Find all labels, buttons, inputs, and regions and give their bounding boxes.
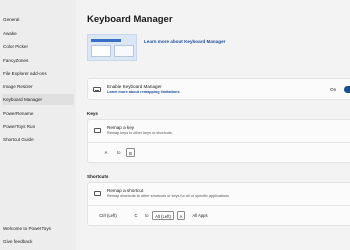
shortcut-to-word: to [145,213,149,218]
keyboard-icon [93,87,101,92]
key-from-chip: A [104,150,108,155]
shortcut-from-chip-2: C [134,213,138,218]
shortcut-to-chip-1: Alt (Left) [152,211,174,220]
remapping-limitations-link[interactable]: Learn more about remapping limitations [107,90,180,94]
hero-image-panel-left [91,45,111,57]
main-content: Keyboard Manager Learn more about Keyboa… [76,0,350,250]
sidebar-item-keyboard-manager[interactable]: Keyboard Manager [2,94,74,105]
sidebar-item-powerrename[interactable]: PowerRename [2,108,74,119]
sidebar-item-image-resizer[interactable]: Image Resizer [2,81,74,92]
remap-key-subtitle: Remap keys to other keys or shortcuts [107,131,172,135]
key-to-word: to [117,150,121,155]
toggle-state-label: On [330,87,337,92]
sidebar-item-welcome[interactable]: Welcome to PowerToys [2,223,74,234]
remap-shortcut-card[interactable]: Remap a shortcut Remap shortcuts to othe… [87,182,350,226]
sidebar-item-file-explorer-addons[interactable]: File Explorer add-ons [2,68,74,79]
shortcut-to-chip-2: A [177,211,185,220]
remap-key-title: Remap a key [107,125,135,130]
remap-shortcut-subtitle: Remap shortcuts to other shortcuts or ke… [107,194,229,198]
sidebar-item-shortcut-guide[interactable]: Shortcut Guide [2,134,74,145]
enable-keyboard-manager-card: Enable Keyboard Manager Learn more about… [87,78,350,100]
remap-key-icon [94,128,101,133]
remap-key-card[interactable]: Remap a key Remap keys to other keys or … [87,119,350,163]
learn-more-link[interactable]: Learn more about Keyboard Manager [144,39,225,44]
hero-image-panel-right [114,45,134,57]
sidebar-item-give-feedback[interactable]: Give feedback [2,236,74,247]
sidebar-item-fancyzones[interactable]: FancyZones [2,55,74,66]
sidebar-item-general[interactable]: General [2,14,74,25]
key-to-chip: B [126,148,135,157]
keys-section-label: Keys [87,111,98,116]
remap-shortcut-icon [94,191,101,196]
card-divider [88,142,350,143]
enable-card-title: Enable Keyboard Manager [107,84,162,89]
hero-image-bar [91,39,121,42]
page-title: Keyboard Manager [87,14,173,25]
enable-toggle[interactable] [344,86,350,93]
shortcut-target-app: All Apps [192,213,208,218]
sidebar: General Awake Color Picker FancyZones Fi… [0,0,76,250]
remap-shortcut-title: Remap a shortcut [107,188,144,193]
shortcuts-section-label: Shortcuts [87,174,109,179]
sidebar-item-awake[interactable]: Awake [2,28,74,39]
sidebar-item-powertoys-run[interactable]: PowerToys Run [2,121,74,132]
sidebar-item-color-picker[interactable]: Color Picker [2,41,74,52]
hero-image [87,34,137,61]
shortcut-from-chip-1: Ctrl (Left) [99,213,117,218]
card-divider [88,205,350,206]
